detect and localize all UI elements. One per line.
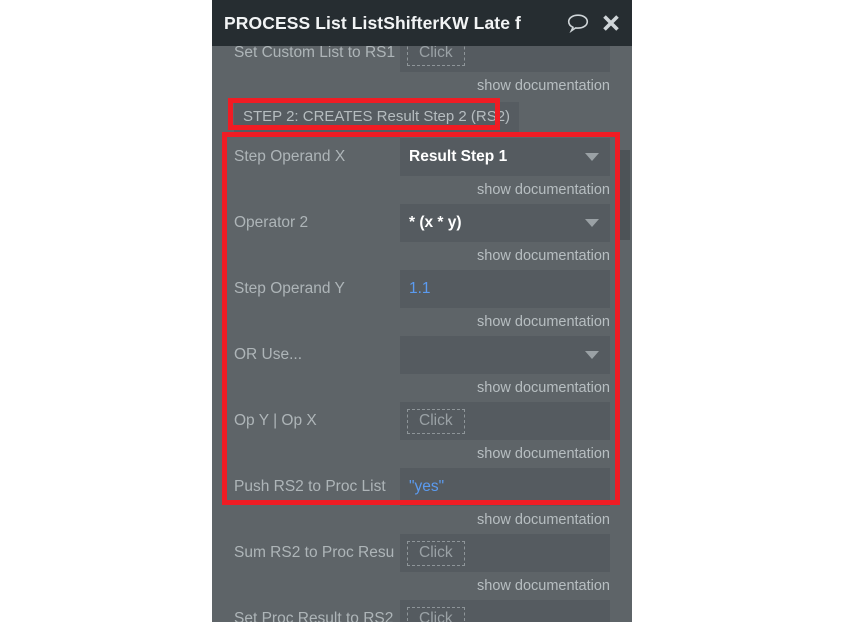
parameter-row: Op Y | Op X Click show documentation bbox=[212, 402, 632, 468]
parameter-row: Step Operand Y 1.1 show documentation bbox=[212, 270, 632, 336]
parameter-row-line: Operator 2 * (x * y) bbox=[212, 204, 632, 242]
parameter-label-set-custom-list-to-rs1: Set Custom List to RS1 bbox=[234, 46, 396, 61]
process-panel: PROCESS List ListShifterKW Late f Set Cu… bbox=[212, 0, 632, 622]
click-placeholder[interactable]: Click bbox=[407, 46, 465, 66]
parameter-label-set-proc-result-to-rs2: Set Proc Result to RS2 bbox=[234, 610, 394, 622]
parameter-row: Step Operand X Result Step 1 show document… bbox=[212, 138, 632, 204]
parameter-row-line: OR Use... bbox=[212, 336, 632, 374]
parameter-row: Operator 2 * (x * y) show documentation bbox=[212, 204, 632, 270]
parameter-field-or-use[interactable] bbox=[400, 336, 610, 374]
parameter-row: Set Proc Result to RS2 Click bbox=[212, 600, 632, 622]
parameter-row-line: Set Custom List to RS1 Click bbox=[212, 46, 632, 72]
parameter-value: * (x * y) bbox=[409, 214, 462, 231]
titlebar-actions bbox=[567, 0, 621, 46]
show-documentation-link[interactable]: show documentation bbox=[400, 374, 610, 402]
parameter-label-op-y-op-x: Op Y | Op X bbox=[234, 412, 317, 429]
parameter-row-line: Push RS2 to Proc List "yes" bbox=[212, 468, 632, 506]
parameter-rows: Set Custom List to RS1 Click show document… bbox=[212, 46, 632, 622]
panel-scroll-body: Set Custom List to RS1 Click show document… bbox=[212, 46, 632, 622]
parameter-row-line: Step Operand X Result Step 1 bbox=[212, 138, 632, 176]
parameter-label-sum-rs2-to-proc-resu: Sum RS2 to Proc Resu bbox=[234, 544, 395, 561]
panel-title: PROCESS List ListShifterKW Late f bbox=[224, 12, 521, 33]
click-placeholder[interactable]: Click bbox=[407, 606, 465, 622]
show-documentation-link[interactable]: show documentation bbox=[400, 242, 610, 270]
parameter-label-or-use: OR Use... bbox=[234, 346, 303, 363]
parameter-label-step-operand-x: Step Operand X bbox=[234, 148, 346, 165]
show-documentation-link[interactable]: show documentation bbox=[400, 506, 610, 534]
parameter-field-set-custom-list-to-rs1[interactable]: Click bbox=[400, 46, 610, 72]
panel-titlebar: PROCESS List ListShifterKW Late f bbox=[212, 0, 632, 46]
parameter-label-push-rs2-to-proc-list: Push RS2 to Proc List bbox=[234, 478, 386, 495]
parameter-value: "yes" bbox=[409, 478, 445, 495]
close-icon[interactable] bbox=[601, 13, 621, 33]
show-documentation-link[interactable]: show documentation bbox=[400, 308, 610, 336]
parameter-row: Push RS2 to Proc List "yes" show documenta… bbox=[212, 468, 632, 534]
parameter-field-op-y-op-x[interactable]: Click bbox=[400, 402, 610, 440]
screen: PROCESS List ListShifterKW Late f Set Cu… bbox=[0, 0, 841, 622]
parameter-label-step-operand-y: Step Operand Y bbox=[234, 280, 345, 297]
show-documentation-link[interactable]: show documentation bbox=[400, 176, 610, 204]
parameter-value: 1.1 bbox=[409, 280, 431, 297]
step-header-label: STEP 2: CREATES Result Step 2 (RS2) bbox=[234, 102, 520, 132]
click-placeholder[interactable]: Click bbox=[407, 540, 465, 566]
chevron-down-icon[interactable] bbox=[585, 219, 599, 227]
parameter-value: Result Step 1 bbox=[409, 148, 508, 165]
parameter-row: Sum RS2 to Proc Resu Click show documentat… bbox=[212, 534, 632, 600]
show-documentation-link[interactable]: show documentation bbox=[400, 440, 610, 468]
parameter-row-line: Set Proc Result to RS2 Click bbox=[212, 600, 632, 622]
parameter-row: OR Use... show documentation bbox=[212, 336, 632, 402]
show-documentation-link[interactable]: show documentation bbox=[400, 72, 610, 100]
parameter-field-step-operand-y[interactable]: 1.1 bbox=[400, 270, 610, 308]
scrollbar-thumb[interactable] bbox=[620, 150, 630, 240]
parameter-row-line: Op Y | Op X Click bbox=[212, 402, 632, 440]
click-placeholder[interactable]: Click bbox=[407, 408, 465, 434]
parameter-row-line: Step Operand Y 1.1 bbox=[212, 270, 632, 308]
parameter-row-line: Sum RS2 to Proc Resu Click bbox=[212, 534, 632, 572]
parameter-label-operator-2: Operator 2 bbox=[234, 214, 309, 231]
speech-bubble-icon[interactable] bbox=[567, 13, 589, 33]
show-documentation-link[interactable]: show documentation bbox=[400, 572, 610, 600]
parameter-field-sum-rs2-to-proc-resu[interactable]: Click bbox=[400, 534, 610, 572]
parameter-field-push-rs2-to-proc-list[interactable]: "yes" bbox=[400, 468, 610, 506]
scrollbar-track[interactable] bbox=[618, 46, 632, 622]
step-header-row: STEP 2: CREATES Result Step 2 (RS2) bbox=[212, 100, 632, 138]
parameter-field-step-operand-x[interactable]: Result Step 1 bbox=[400, 138, 610, 176]
parameter-row: Set Custom List to RS1 Click show document… bbox=[212, 46, 632, 100]
parameter-field-operator-2[interactable]: * (x * y) bbox=[400, 204, 610, 242]
parameter-field-set-proc-result-to-rs2[interactable]: Click bbox=[400, 600, 610, 622]
chevron-down-icon[interactable] bbox=[585, 153, 599, 161]
chevron-down-icon[interactable] bbox=[585, 351, 599, 359]
